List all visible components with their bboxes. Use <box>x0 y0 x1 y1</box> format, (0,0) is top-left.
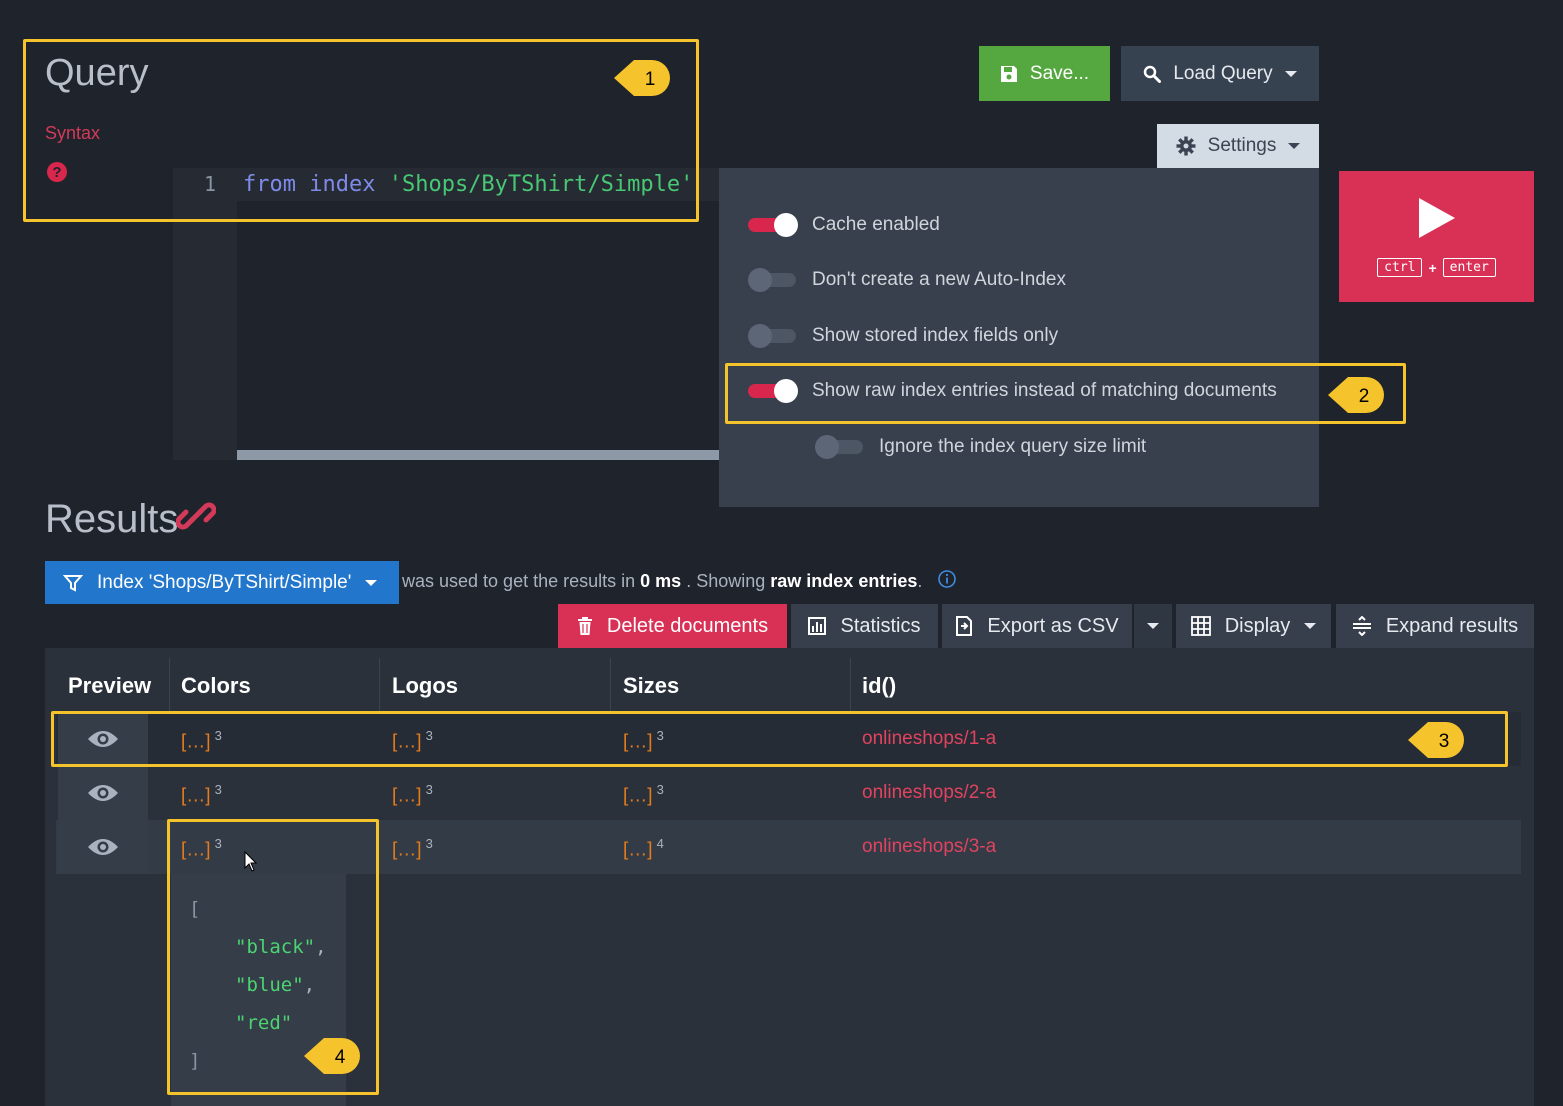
setting-label: Ignore the index query size limit <box>879 436 1147 457</box>
callout-marker-4: 4 <box>304 1038 360 1074</box>
grid-icon <box>1190 616 1211 636</box>
expand-icon <box>1352 616 1371 636</box>
export-label: Export as CSV <box>987 614 1119 637</box>
setting-no-auto-index[interactable]: Don't create a new Auto-Index <box>748 268 1066 292</box>
index-icon <box>63 574 83 592</box>
trash-icon <box>577 617 592 635</box>
gear-icon <box>1176 136 1196 156</box>
run-query-button[interactable]: ctrl + enter <box>1339 171 1534 302</box>
column-header-colors[interactable]: Colors <box>181 673 251 699</box>
results-info: was used to get the results in 0 ms . Sh… <box>402 571 923 591</box>
kbd-ctrl: ctrl <box>1377 258 1423 277</box>
callout-number-3: 3 <box>1439 731 1450 752</box>
setting-cache-enabled[interactable]: Cache enabled <box>748 213 940 237</box>
info-icon[interactable] <box>937 569 957 589</box>
callout-box-2 <box>725 363 1406 424</box>
play-icon <box>1418 198 1455 238</box>
callout-number-4: 4 <box>335 1047 346 1068</box>
chevron-down-icon <box>1304 623 1317 629</box>
export-csv-button[interactable]: Export as CSV <box>942 604 1132 648</box>
kbd-enter: enter <box>1442 258 1496 277</box>
save-button[interactable]: Save... <box>979 46 1110 101</box>
export-options-button[interactable] <box>1134 604 1172 648</box>
results-title: Results <box>45 497 179 541</box>
sizes-cell[interactable]: […] 4 <box>623 836 664 861</box>
logos-cell[interactable]: […] 3 <box>392 782 433 807</box>
id-link[interactable]: onlineshops/3-a <box>862 836 996 858</box>
preview-cell[interactable] <box>58 820 148 874</box>
setting-stored-fields-only[interactable]: Show stored index fields only <box>748 324 1059 348</box>
toggle-cache-enabled[interactable] <box>748 213 798 237</box>
toggle-ignore-size-limit[interactable] <box>815 435 863 459</box>
delete-label: Delete documents <box>606 614 769 637</box>
callout-marker-1: 1 <box>614 60 670 96</box>
index-label: Index 'Shops/ByTShirt/Simple' <box>97 571 352 593</box>
setting-label: Don't create a new Auto-Index <box>812 269 1066 290</box>
logos-cell[interactable]: […] 3 <box>392 836 433 861</box>
chevron-down-icon <box>1284 70 1297 77</box>
statistics-label: Statistics <box>840 614 921 637</box>
column-header-id[interactable]: id() <box>862 673 896 699</box>
bar-chart-icon <box>808 617 827 635</box>
statistics-button[interactable]: Statistics <box>791 604 938 648</box>
callout-box-1 <box>23 39 699 222</box>
display-label: Display <box>1224 614 1291 637</box>
link-icon[interactable] <box>176 496 216 536</box>
chevron-down-icon <box>365 579 378 586</box>
delete-documents-button[interactable]: Delete documents <box>558 604 787 648</box>
setting-ignore-size-limit[interactable]: Ignore the index query size limit <box>815 435 1147 459</box>
toggle-stored-fields-only[interactable] <box>748 324 796 348</box>
settings-button[interactable]: Settings <box>1157 124 1319 168</box>
editor-hscrollbar[interactable] <box>237 450 719 460</box>
column-header-preview[interactable]: Preview <box>68 673 151 699</box>
preview-cell[interactable] <box>58 766 148 820</box>
callout-number-1: 1 <box>645 69 656 90</box>
settings-label: Settings <box>1207 135 1277 156</box>
floppy-icon <box>1000 65 1017 82</box>
expand-results-button[interactable]: Expand results <box>1336 604 1534 648</box>
eye-icon[interactable] <box>87 837 119 857</box>
id-link[interactable]: onlineshops/2-a <box>862 782 996 804</box>
load-query-button[interactable]: Load Query <box>1121 46 1319 101</box>
kbd-plus: + <box>1428 259 1437 276</box>
run-shortcut: ctrl + enter <box>1377 258 1496 277</box>
callout-box-3 <box>51 711 1508 767</box>
column-header-logos[interactable]: Logos <box>392 673 458 699</box>
display-button[interactable]: Display <box>1176 604 1331 648</box>
setting-label: Show stored index fields only <box>812 325 1059 346</box>
callout-marker-2: 2 <box>1328 377 1384 413</box>
toggle-no-auto-index[interactable] <box>748 268 796 292</box>
search-icon <box>1144 65 1162 83</box>
sizes-cell[interactable]: […] 3 <box>623 782 664 807</box>
chevron-down-icon <box>1288 143 1301 149</box>
column-header-sizes[interactable]: Sizes <box>623 673 679 699</box>
load-query-label: Load Query <box>1173 62 1273 84</box>
callout-marker-3: 3 <box>1408 722 1464 758</box>
export-file-icon <box>956 616 973 636</box>
colors-cell[interactable]: […] 3 <box>181 782 222 807</box>
callout-number-2: 2 <box>1359 386 1370 407</box>
chevron-down-icon <box>1147 623 1159 629</box>
save-label: Save... <box>1029 62 1090 84</box>
table-row[interactable]: […] 3 […] 3 […] 3 onlineshops/2-a <box>56 766 1521 820</box>
expand-label: Expand results <box>1385 614 1519 637</box>
eye-icon[interactable] <box>87 783 119 803</box>
setting-label: Cache enabled <box>812 214 940 235</box>
index-button[interactable]: Index 'Shops/ByTShirt/Simple' <box>45 561 399 604</box>
